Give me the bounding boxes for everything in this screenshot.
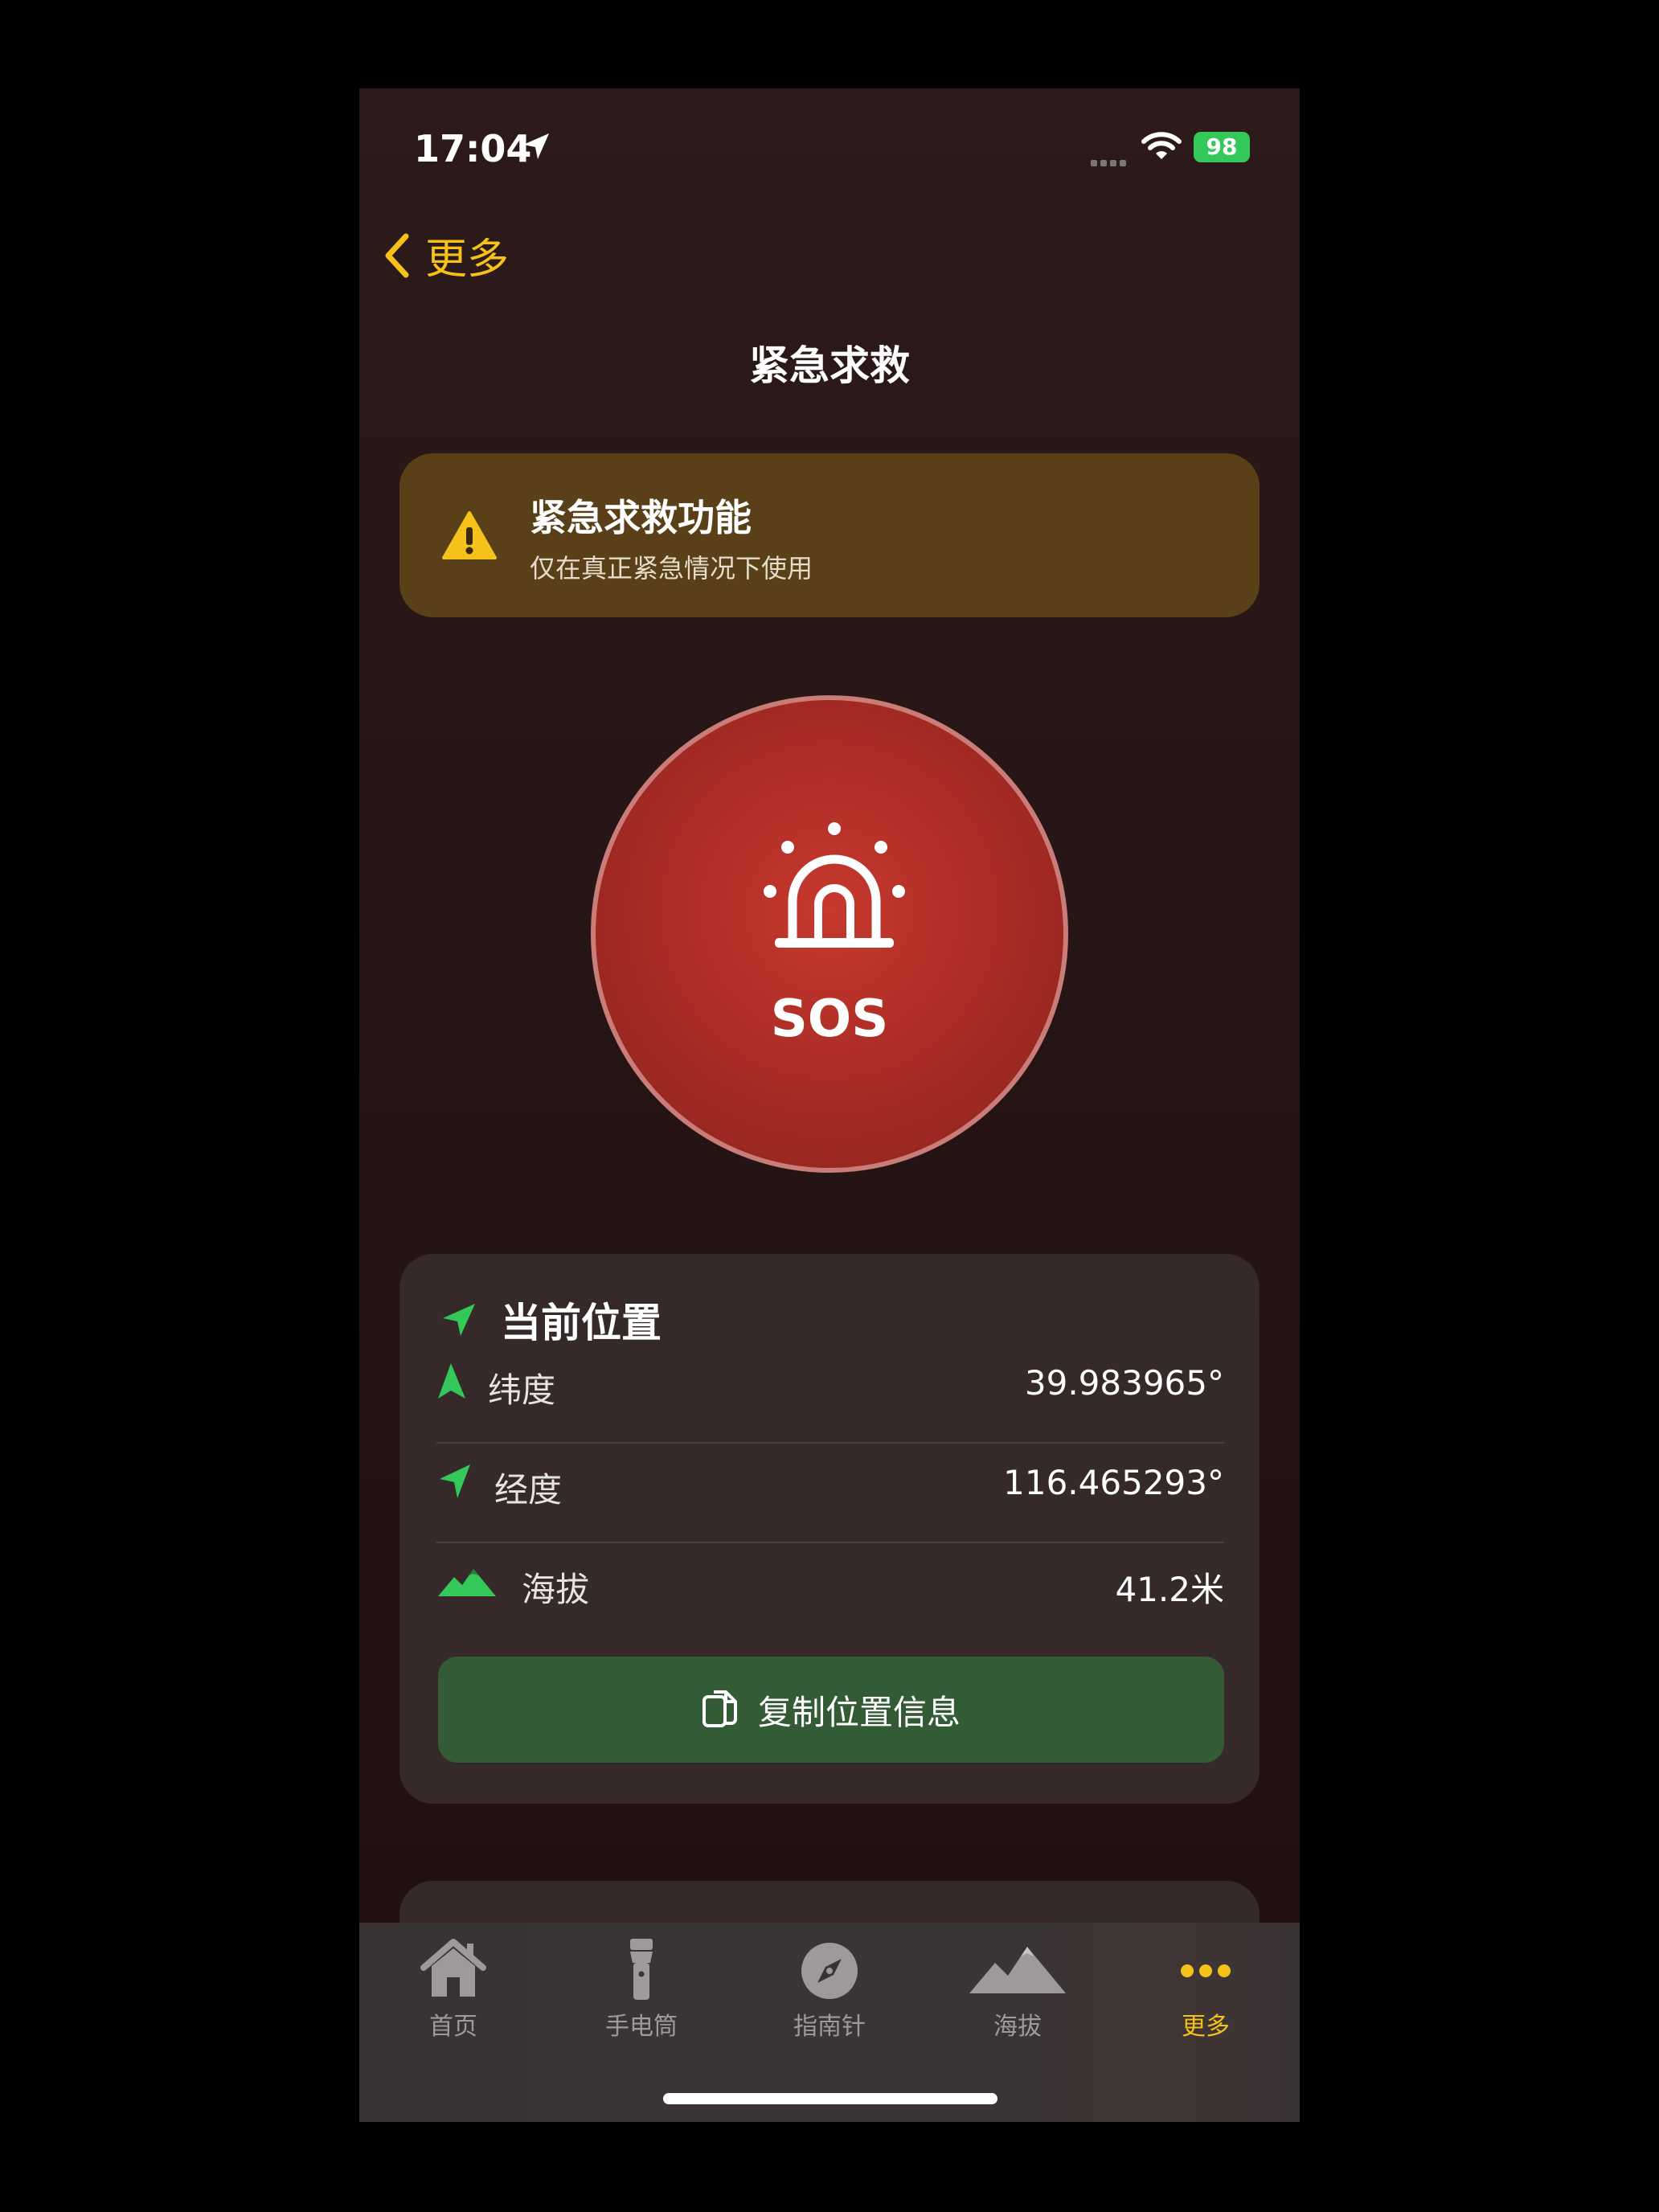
altitude-row: 海拔 41.2米 bbox=[436, 1534, 1224, 1633]
tab-altitude-label: 海拔 bbox=[993, 2013, 1042, 2041]
mountain-icon bbox=[438, 1569, 496, 1596]
latitude-row: 纬度 39.983965° bbox=[436, 1334, 1224, 1434]
copy-location-label: 复制位置信息 bbox=[757, 1692, 961, 1732]
warning-subtitle: 仅在真正紧急情况下使用 bbox=[530, 553, 813, 584]
battery-indicator: 98 bbox=[1194, 132, 1250, 162]
wifi-icon bbox=[1141, 132, 1182, 159]
chevron-left-icon bbox=[385, 233, 409, 277]
warning-title: 紧急求救功能 bbox=[530, 496, 752, 539]
tab-compass[interactable]: 指南针 bbox=[735, 1937, 924, 2042]
copy-location-button[interactable]: 复制位置信息 bbox=[438, 1657, 1224, 1763]
latitude-arrow-icon bbox=[438, 1363, 465, 1399]
latitude-value: 39.983965° bbox=[1024, 1363, 1224, 1403]
tab-more-label: 更多 bbox=[1182, 2013, 1230, 2041]
tab-flashlight[interactable]: 手电筒 bbox=[547, 1937, 735, 2042]
status-time: 17:04 bbox=[414, 127, 532, 170]
tab-home[interactable]: 首页 bbox=[359, 1937, 547, 2042]
ellipsis-icon bbox=[1181, 1964, 1231, 1977]
back-label: 更多 bbox=[425, 236, 510, 284]
sos-button[interactable]: SOS bbox=[591, 695, 1068, 1173]
status-bar: 17:04 98 bbox=[359, 88, 1300, 209]
warning-card: 紧急求救功能 仅在真正紧急情况下使用 bbox=[399, 453, 1260, 617]
signal-icon bbox=[1091, 154, 1129, 170]
longitude-label: 经度 bbox=[494, 1470, 563, 1509]
page-title: 紧急求救 bbox=[749, 342, 910, 389]
altitude-value: 41.2米 bbox=[1115, 1570, 1224, 1609]
location-arrow-icon bbox=[440, 1464, 470, 1498]
mountain-icon bbox=[969, 1947, 1066, 1993]
back-button[interactable]: 更多 bbox=[382, 225, 509, 285]
location-card: 当前位置 纬度 39.983965° 经度 116.465293° 海拔 41.… bbox=[399, 1254, 1260, 1804]
latitude-label: 纬度 bbox=[488, 1370, 556, 1410]
house-icon bbox=[420, 1939, 486, 1997]
longitude-value: 116.465293° bbox=[1003, 1463, 1224, 1502]
altitude-label: 海拔 bbox=[522, 1570, 590, 1609]
tab-altitude[interactable]: 海拔 bbox=[924, 1937, 1112, 2042]
tab-compass-label: 指南针 bbox=[793, 2013, 866, 2041]
warning-triangle-icon bbox=[442, 511, 497, 559]
compass-icon bbox=[801, 1943, 858, 1999]
tab-flashlight-label: 手电筒 bbox=[605, 2013, 678, 2041]
location-services-icon bbox=[523, 133, 549, 159]
location-arrow-icon bbox=[443, 1304, 475, 1336]
home-indicator[interactable] bbox=[663, 2093, 997, 2104]
tab-bar: 首页 手电筒 指南针 海拔 更多 bbox=[359, 1923, 1300, 2122]
siren-icon bbox=[764, 822, 905, 948]
sos-label: SOS bbox=[770, 989, 889, 1049]
tab-more[interactable]: 更多 bbox=[1112, 1937, 1300, 2042]
longitude-row: 经度 116.465293° bbox=[436, 1434, 1224, 1534]
flashlight-icon bbox=[630, 1939, 653, 2000]
tab-home-label: 首页 bbox=[429, 2013, 477, 2041]
copy-document-icon bbox=[702, 1690, 737, 1727]
phone-screen: 17:04 98 更多 紧急求救 紧急求救功能 仅在真正紧急情况下使用 SOS … bbox=[359, 88, 1300, 2122]
